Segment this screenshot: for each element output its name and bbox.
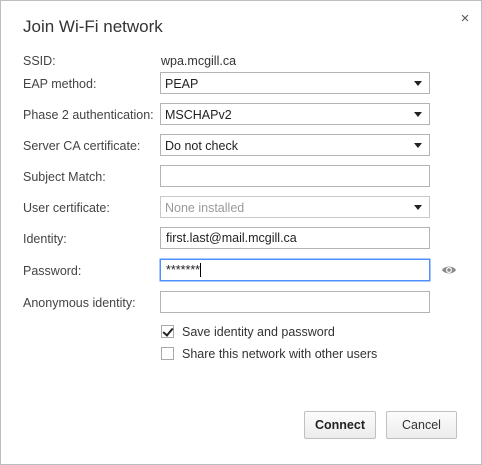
- phase2-label: Phase 2 authentication:: [23, 108, 154, 122]
- password-label: Password:: [23, 264, 82, 278]
- anonymous-identity-label: Anonymous identity:: [23, 296, 136, 310]
- text-caret: [200, 263, 201, 277]
- identity-label: Identity:: [23, 232, 67, 246]
- chevron-down-icon: [414, 81, 422, 86]
- ssid-value: wpa.mcgill.ca: [161, 54, 237, 68]
- server-ca-value: Do not check: [165, 139, 238, 153]
- chevron-down-icon: [414, 143, 422, 148]
- dialog-title: Join Wi-Fi network: [23, 17, 163, 36]
- identity-row: Identity:: [1, 227, 481, 251]
- eap-method-value: PEAP: [165, 77, 199, 91]
- phase2-value: MSCHAPv2: [165, 108, 232, 122]
- connect-button[interactable]: Connect: [304, 411, 376, 439]
- cancel-button[interactable]: Cancel: [386, 411, 457, 439]
- chevron-down-icon: [414, 205, 422, 210]
- server-ca-row: Server CA certificate: Do not check: [1, 134, 481, 158]
- join-wifi-dialog: Join Wi-Fi network × SSID: wpa.mcgill.ca…: [0, 0, 482, 465]
- eap-method-select[interactable]: PEAP: [160, 72, 430, 94]
- ssid-label: SSID:: [23, 54, 56, 68]
- eye-icon[interactable]: [441, 264, 457, 276]
- checkmark-icon: [162, 325, 174, 337]
- identity-input[interactable]: [160, 227, 430, 249]
- share-network-checkbox[interactable]: [161, 347, 174, 360]
- anonymous-identity-input[interactable]: [160, 291, 430, 313]
- save-identity-checkbox[interactable]: [161, 325, 174, 338]
- anonymous-identity-row: Anonymous identity:: [1, 291, 481, 315]
- phase2-row: Phase 2 authentication: MSCHAPv2: [1, 103, 481, 127]
- user-cert-select[interactable]: None installed: [160, 196, 430, 218]
- subject-match-row: Subject Match:: [1, 165, 481, 189]
- server-ca-label: Server CA certificate:: [23, 139, 141, 153]
- user-cert-label: User certificate:: [23, 201, 110, 215]
- server-ca-select[interactable]: Do not check: [160, 134, 430, 156]
- save-identity-label: Save identity and password: [182, 325, 335, 339]
- close-icon[interactable]: ×: [457, 11, 473, 27]
- user-cert-value: None installed: [165, 201, 245, 215]
- ssid-row: SSID: wpa.mcgill.ca: [1, 49, 481, 73]
- user-cert-row: User certificate: None installed: [1, 196, 481, 220]
- subject-match-input[interactable]: [160, 165, 430, 187]
- eap-method-row: EAP method: PEAP: [1, 72, 481, 96]
- eap-method-label: EAP method:: [23, 77, 97, 91]
- share-network-label: Share this network with other users: [182, 347, 378, 361]
- chevron-down-icon: [414, 112, 422, 117]
- phase2-select[interactable]: MSCHAPv2: [160, 103, 430, 125]
- subject-match-label: Subject Match:: [23, 170, 106, 184]
- password-row: Password:: [1, 259, 481, 283]
